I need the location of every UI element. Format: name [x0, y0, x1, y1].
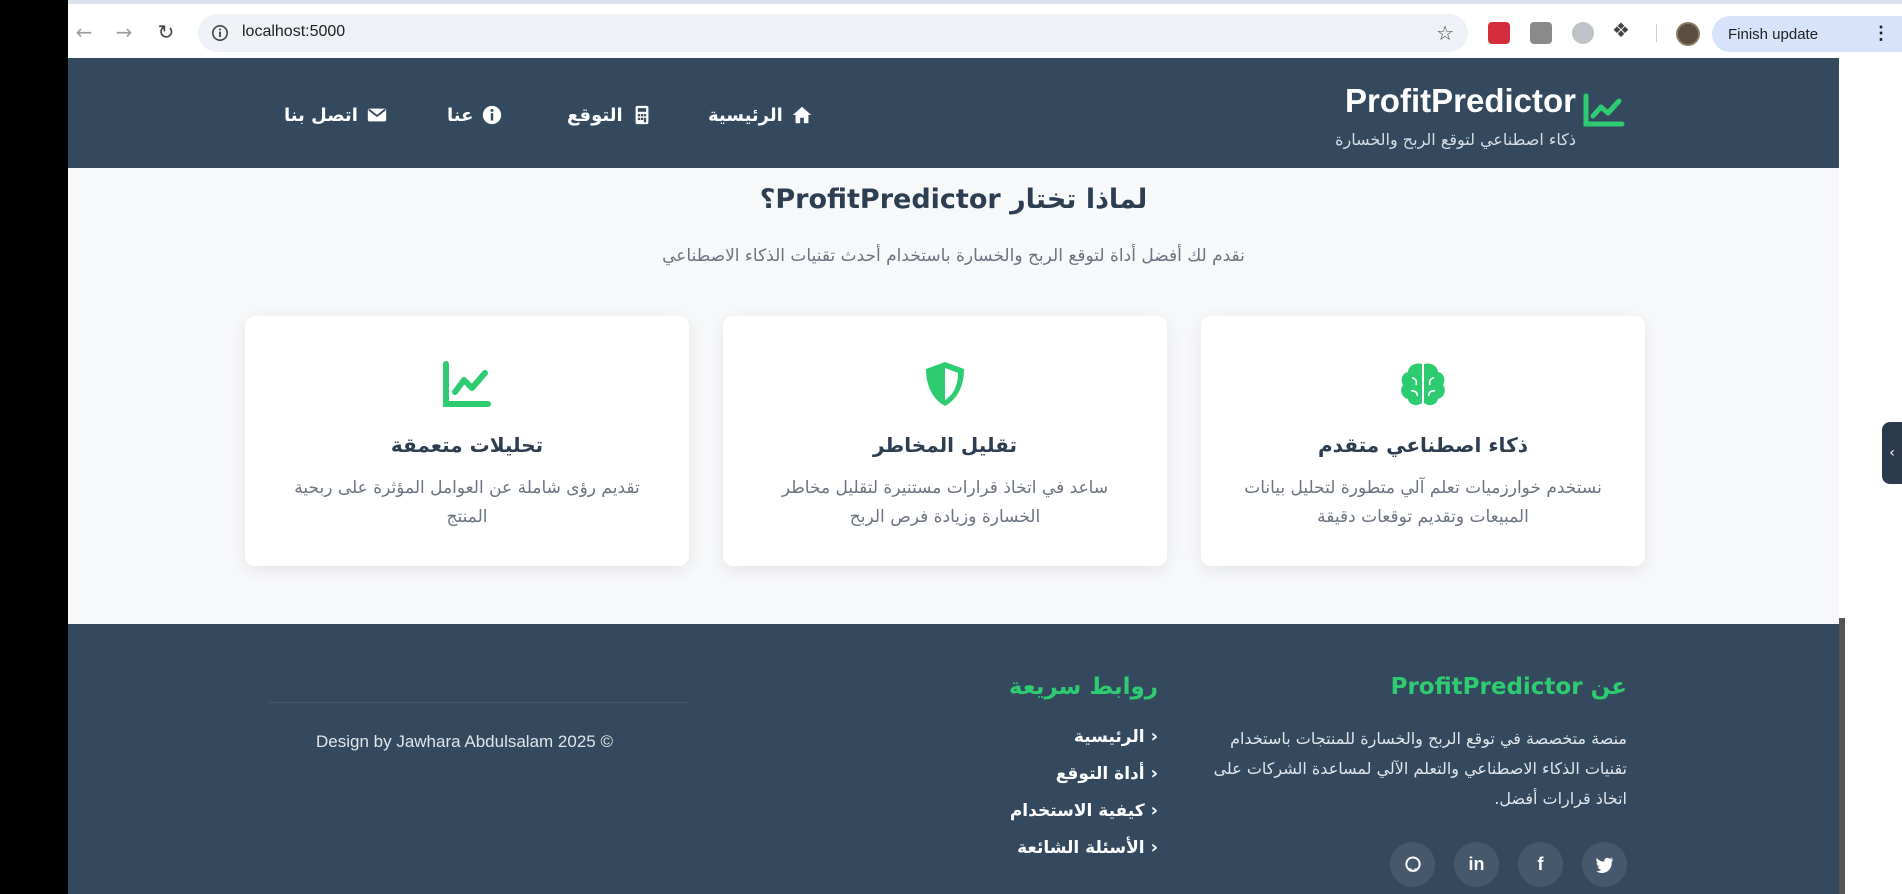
back-icon[interactable]: ←: [70, 18, 98, 46]
forward-icon[interactable]: →: [110, 18, 138, 46]
facebook-icon[interactable]: f: [1518, 842, 1563, 887]
feature-card-desc: ساعد في اتخاذ قرارات مستنيرة لتقليل مخاط…: [781, 478, 1109, 527]
web-page: ProfitPredictor ذكاء اصطناعي لتوقع الربح…: [68, 58, 1839, 894]
section-subtitle: نقدم لك أفضل أداة لتوقع الربح والخسارة ب…: [662, 246, 1245, 266]
extension-icon[interactable]: [1488, 22, 1510, 44]
url-text: localhost:5000: [242, 23, 346, 40]
calculator-icon: [635, 105, 649, 125]
chevron-left-icon: ‹: [1150, 837, 1158, 858]
finish-update-button[interactable]: Finish update ⋮: [1712, 16, 1902, 52]
nav-contact[interactable]: اتصل بنا: [284, 100, 388, 130]
side-panel-toggle-icon[interactable]: ‹: [1882, 422, 1902, 484]
footer-link-label: كيفية الاستخدام: [1009, 800, 1145, 821]
chevron-left-icon: ‹: [1150, 726, 1158, 747]
feature-card: ذكاء اصطناعي متقدم نستخدم خوارزميات تعلم…: [1201, 316, 1645, 566]
extensions-puzzle-icon[interactable]: ❖: [1612, 18, 1630, 42]
brand-name[interactable]: ProfitPredictor: [1345, 82, 1576, 120]
footer-link-home[interactable]: ‹ الرئيسية: [1010, 718, 1158, 755]
page-scrollbar[interactable]: ‹: [1839, 58, 1902, 894]
browser-toolbar: ← → ↻ localhost:5000 ☆ ❖ Finish update ⋮: [0, 0, 1902, 58]
shield-icon: [926, 362, 964, 406]
menu-dots-icon[interactable]: ⋮: [1872, 23, 1890, 44]
feature-card-title: تقليل المخاطر: [872, 433, 1018, 457]
footer-about-title: عن ProfitPredictor: [1390, 674, 1627, 700]
feature-card-title: تحليلات متعمقة: [390, 433, 544, 457]
footer-link-predict[interactable]: ‹ أداة التوقع: [1010, 755, 1158, 792]
home-icon: [792, 106, 811, 124]
section-title: لماذا تختار ProfitPredictor؟: [759, 184, 1148, 215]
bookmark-star-icon[interactable]: ☆: [1436, 21, 1454, 45]
feature-card-title: ذكاء اصطناعي متقدم: [1318, 433, 1528, 457]
footer-link-how-to[interactable]: ‹ كيفية الاستخدام: [1010, 792, 1158, 829]
feature-card: تقليل المخاطر ساعد في اتخاذ قرارات مستني…: [723, 316, 1167, 566]
extension-icon[interactable]: [1572, 22, 1594, 44]
footer-link-label: الأسئلة الشائعة: [1017, 837, 1145, 858]
feature-card-desc: تقديم رؤى شاملة عن العوامل المؤثرة على ر…: [294, 478, 640, 527]
twitter-icon[interactable]: [1582, 842, 1627, 887]
nav-predict[interactable]: التوقع: [567, 100, 653, 130]
footer-about-text: منصة متخصصة في توقع الربح والخسارة للمنت…: [1213, 729, 1627, 808]
nav-predict-label: التوقع: [567, 104, 623, 126]
site-footer: عن ProfitPredictor منصة متخصصة في توقع ا…: [68, 624, 1839, 894]
nav-home[interactable]: الرئيسية: [708, 100, 813, 130]
address-bar[interactable]: localhost:5000 ☆: [198, 14, 1468, 52]
chevron-left-icon: ‹: [1150, 800, 1158, 821]
nav-contact-label: اتصل بنا: [284, 104, 358, 126]
linkedin-icon[interactable]: in: [1454, 842, 1499, 887]
extension-icon[interactable]: [1530, 22, 1552, 44]
window-edge: [0, 0, 68, 894]
scrollbar-thumb[interactable]: [1839, 618, 1845, 894]
github-icon[interactable]: [1390, 842, 1435, 887]
chevron-left-icon: ‹: [1150, 763, 1158, 784]
footer-divider: [269, 702, 689, 703]
nav-about[interactable]: عنا: [447, 100, 503, 130]
info-icon: [483, 105, 502, 125]
brain-icon: [1401, 363, 1445, 406]
footer-links: ‹ الرئيسية ‹ أداة التوقع ‹ كيفية الاستخدام …: [1010, 718, 1158, 866]
copyright: Design by Jawhara Abdulsalam 2025 ©: [316, 732, 613, 751]
chart-line-icon: [443, 361, 491, 407]
toolbar-divider: [1656, 24, 1657, 42]
feature-card: تحليلات متعمقة تقديم رؤى شاملة عن العوام…: [245, 316, 689, 566]
finish-update-label: Finish update: [1728, 25, 1819, 43]
site-header: ProfitPredictor ذكاء اصطناعي لتوقع الربح…: [68, 58, 1839, 168]
footer-link-label: أداة التوقع: [1055, 763, 1145, 784]
footer-links-title: روابط سريعة: [1008, 674, 1158, 700]
footer-link-label: الرئيسية: [1073, 726, 1145, 747]
brand-tagline: ذكاء اصطناعي لتوقع الربح والخسارة: [1335, 130, 1576, 149]
profile-avatar[interactable]: [1676, 22, 1700, 46]
envelope-icon: [367, 108, 387, 122]
feature-card-desc: نستخدم خوارزميات تعلم آلي متطورة لتحليل …: [1244, 478, 1602, 527]
social-links: in f: [1390, 842, 1627, 887]
reload-icon[interactable]: ↻: [152, 18, 180, 46]
nav-home-label: الرئيسية: [708, 104, 783, 126]
nav-about-label: عنا: [447, 104, 474, 126]
site-info-icon[interactable]: [208, 21, 232, 45]
footer-link-faq[interactable]: ‹ الأسئلة الشائعة: [1010, 829, 1158, 866]
chart-line-icon: [1583, 93, 1625, 127]
